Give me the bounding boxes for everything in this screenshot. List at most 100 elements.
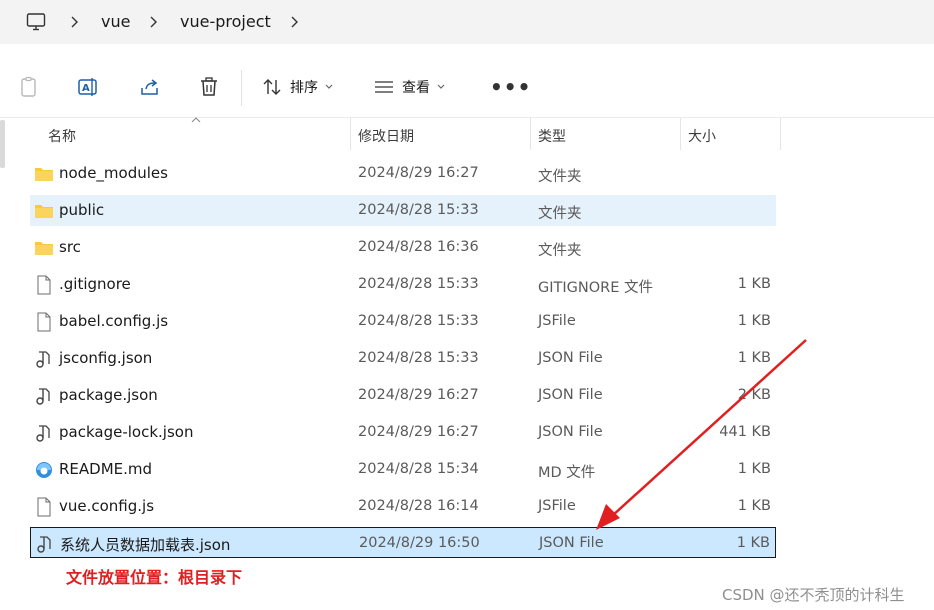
file-size: 1 KB [737,313,771,329]
file-name: public [59,201,105,219]
view-menu-button[interactable]: 查看 [374,74,446,100]
file-row[interactable]: 系统人员数据加载表.json 2024/8/29 16:50 JSON File 1 … [30,527,776,558]
file-type: JSFile [538,313,576,329]
file-name: README.md [59,460,153,478]
file-type: GITIGNORE 文件 [538,280,653,296]
file-type: JSON File [538,387,603,403]
folder-icon [34,238,54,258]
rename-icon: A [78,78,97,96]
column-header-date[interactable]: 修改日期 [358,126,414,146]
file-row[interactable]: package.json 2024/8/29 16:27 JSON File 2 KB [30,380,776,411]
chevron-right-icon[interactable] [147,13,161,31]
view-label: 查看 [402,80,430,96]
file-type: JSON File [538,350,603,366]
delete-button[interactable] [196,74,222,100]
share-icon [141,79,158,95]
file-modified-date: 2024/8/28 15:33 [358,276,479,292]
column-header-name[interactable]: 名称 [48,126,76,146]
file-size: 1 KB [736,535,770,551]
sort-icon [263,79,281,95]
file-name: jsconfig.json [59,349,153,367]
file-type: MD 文件 [538,465,596,481]
file-type: JSON File [539,535,604,551]
json-file-icon [35,534,55,554]
column-header-type[interactable]: 类型 [538,126,566,146]
markdown-file-icon [34,460,54,480]
folder-icon [34,201,54,221]
file-row[interactable]: src 2024/8/28 16:36 文件夹 [30,232,776,263]
file-modified-date: 2024/8/29 16:27 [358,424,479,440]
column-divider[interactable] [680,118,681,150]
file-type: 文件夹 [538,243,582,259]
view-list-icon [375,81,393,93]
file-modified-date: 2024/8/28 16:36 [358,239,479,255]
file-type: JSFile [538,498,576,514]
chevron-down-icon [437,84,445,89]
json-file-icon [34,349,54,369]
paste-button[interactable] [16,74,42,100]
file-row[interactable]: package-lock.json 2024/8/29 16:27 JSON Fil… [30,417,776,448]
rename-button[interactable]: A [76,74,102,100]
chevron-right-icon[interactable] [288,13,302,31]
breadcrumb-vue-project[interactable]: vue-project [180,12,271,31]
column-header-row: 名称 修改日期 类型 大小 [0,117,934,150]
sort-label: 排序 [290,80,318,96]
folder-icon [34,164,54,184]
json-file-icon [34,423,54,443]
svg-text:A: A [82,83,90,94]
chevron-right-icon[interactable] [68,13,82,31]
file-name: babel.config.js [59,312,169,330]
file-row[interactable]: .gitignore 2024/8/28 15:33 GITIGNORE 文件 1 K… [30,269,776,300]
file-size: 2 KB [737,387,771,403]
file-modified-date: 2024/8/28 15:33 [358,313,479,329]
file-modified-date: 2024/8/28 15:33 [358,350,479,366]
sort-ascending-icon [191,117,201,123]
file-name: .gitignore [59,275,131,293]
file-size: 1 KB [737,276,771,292]
this-pc-icon[interactable] [26,12,46,32]
sort-menu-button[interactable]: 排序 [262,74,334,100]
share-button[interactable] [137,74,163,100]
toolbar-divider [241,70,242,106]
file-name: package.json [59,386,158,404]
ellipsis-icon: ••• [490,75,532,99]
file-row[interactable]: jsconfig.json 2024/8/28 15:33 JSON File 1 K… [30,343,776,374]
column-divider[interactable] [780,118,781,150]
more-options-button[interactable]: ••• [490,75,532,99]
file-modified-date: 2024/8/29 16:27 [358,387,479,403]
file-name: 系统人员数据加载表.json [60,536,231,554]
address-bar[interactable]: vue vue-project [0,0,934,44]
command-bar: A 排序 查看 ••• [0,56,934,118]
column-divider[interactable] [530,118,531,150]
scrollbar-thumb[interactable] [0,120,5,168]
file-type: 文件夹 [538,169,582,185]
chevron-down-icon [325,84,333,89]
clipboard-icon [21,76,36,97]
file-size: 1 KB [737,461,771,477]
file-modified-date: 2024/8/28 15:34 [358,461,479,477]
file-row[interactable]: public 2024/8/28 15:33 文件夹 [30,195,776,226]
file-name: node_modules [59,164,168,182]
file-modified-date: 2024/8/28 16:14 [358,498,479,514]
annotation-text: 文件放置位置：根目录下 [66,568,243,587]
file-name: package-lock.json [59,423,194,441]
file-size: 441 KB [719,424,771,440]
column-header-size[interactable]: 大小 [688,126,716,146]
file-row[interactable]: node_modules 2024/8/29 16:27 文件夹 [30,158,776,189]
file-icon [34,312,54,332]
file-modified-date: 2024/8/28 15:33 [358,202,479,218]
file-row[interactable]: vue.config.js 2024/8/28 16:14 JSFile 1 KB [30,491,776,522]
column-divider[interactable] [350,118,351,150]
json-file-icon [34,386,54,406]
file-modified-date: 2024/8/29 16:50 [359,535,480,551]
file-size: 1 KB [737,498,771,514]
file-name: vue.config.js [59,497,155,515]
watermark: CSDN @还不秃顶的计科生 [722,586,905,604]
file-icon [34,275,54,295]
file-modified-date: 2024/8/29 16:27 [358,165,479,181]
file-type: 文件夹 [538,206,582,222]
breadcrumb-vue[interactable]: vue [101,12,130,31]
file-row[interactable]: README.md 2024/8/28 15:34 MD 文件 1 KB [30,454,776,485]
file-type: JSON File [538,424,603,440]
file-row[interactable]: babel.config.js 2024/8/28 15:33 JSFile 1 KB [30,306,776,337]
